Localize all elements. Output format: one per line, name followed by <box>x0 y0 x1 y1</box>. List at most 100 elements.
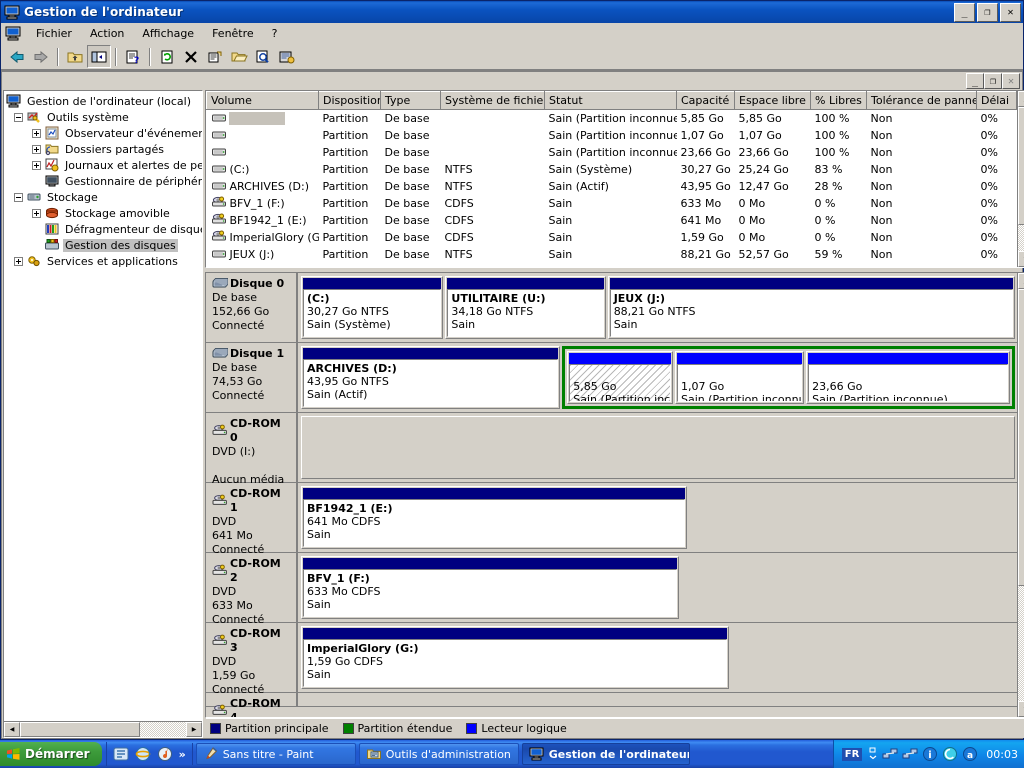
column-header-fault-tolerance[interactable]: Tolérance de pannes <box>866 91 977 110</box>
expand-icon[interactable] <box>32 160 41 170</box>
close-button[interactable]: ✕ <box>1000 2 1021 22</box>
partition-block[interactable]: 5,85 GoSain (Partition inconnue) <box>567 351 673 404</box>
internet-explorer-icon[interactable] <box>134 745 152 763</box>
sidebar-item-stockage[interactable]: Stockage <box>6 189 202 205</box>
up-folder-icon[interactable] <box>63 45 87 68</box>
extended-partition-container[interactable]: 5,85 GoSain (Partition inconnue) 1,07 Go… <box>562 346 1015 409</box>
taskbar-item-outils-administration[interactable]: Outils d'administration <box>358 743 519 765</box>
scroll-track[interactable] <box>20 722 186 737</box>
partition-block[interactable]: (C:) 30,27 Go NTFS Sain (Système) <box>301 276 444 339</box>
tray-expand-icon[interactable] <box>868 745 878 763</box>
column-header-status[interactable]: Statut <box>544 91 677 110</box>
scroll-up-button[interactable]: ▲ <box>1018 273 1024 289</box>
minimize-button[interactable]: _ <box>954 2 975 22</box>
table-row[interactable]: ARCHIVES (D:) Partition De base NTFS Sain (A… <box>207 178 1017 195</box>
back-arrow-icon[interactable] <box>5 45 29 68</box>
column-header-free-space[interactable]: Espace libre <box>734 91 811 110</box>
window-titlebar[interactable]: Gestion de l'ordinateur _ ❐ ✕ <box>1 1 1023 23</box>
sidebar-item-services-applications[interactable]: Services et applications <box>6 253 202 269</box>
menu-fenetre[interactable]: Fenêtre <box>203 25 263 42</box>
show-desktop-icon[interactable] <box>112 745 130 763</box>
scroll-left-button[interactable]: ◀ <box>4 722 20 737</box>
console-tree[interactable]: Gestion de l'ordinateur (local) Outils s… <box>4 91 202 721</box>
scroll-track[interactable] <box>1018 107 1024 251</box>
network-icon[interactable] <box>882 746 898 762</box>
sidebar-item-gestion-des-disques[interactable]: Gestion des disques <box>6 237 202 253</box>
scroll-thumb[interactable] <box>1018 107 1024 226</box>
restore-button[interactable]: ❐ <box>977 2 998 22</box>
clock[interactable]: 00:03 <box>986 748 1018 761</box>
table-row[interactable]: Partition De base Sain (Partition inconnue… <box>207 110 1017 127</box>
tree-root-node[interactable]: Gestion de l'ordinateur (local) <box>6 93 202 109</box>
quicklaunch-chevron-icon[interactable]: » <box>179 748 186 761</box>
child-minimize-button[interactable]: _ <box>966 73 984 89</box>
network2-icon[interactable] <box>902 746 918 762</box>
cdrom-header[interactable]: CD-ROM 0 DVD (I:) Aucun média <box>206 413 298 486</box>
taskbar-item-paint[interactable]: Sans titre - Paint <box>195 743 356 765</box>
column-header-overhead[interactable]: Délai <box>976 91 1017 110</box>
messenger-icon[interactable]: a <box>962 746 978 762</box>
media-player-icon[interactable] <box>156 745 174 763</box>
partition-block[interactable]: 1,07 Go Sain (Partition inconnuе <box>674 351 805 404</box>
expand-icon[interactable] <box>14 256 23 266</box>
antivirus-icon[interactable] <box>942 746 958 762</box>
cdrom-header[interactable]: CD-ROM 2 DVD 633 Mo Connecté <box>206 553 298 626</box>
menu-aide[interactable]: ? <box>263 25 287 42</box>
partition-block[interactable]: UTILITAIRE (U:) 34,18 Go NTFS Sain <box>445 276 606 339</box>
export-list-icon[interactable] <box>203 45 227 68</box>
start-button[interactable]: Démarrer <box>0 742 102 766</box>
info-icon[interactable]: i <box>922 746 938 762</box>
partition-block[interactable]: 23,66 Go Sain (Partition inconnue) <box>806 351 1010 404</box>
partition-block[interactable]: BFV_1 (F:) 633 Mo CDFS Sain <box>301 556 680 619</box>
disk-header[interactable]: Disque 1 De base 74,53 Go Connecté <box>206 343 298 412</box>
scroll-up-button[interactable]: ▲ <box>1018 91 1024 107</box>
column-header-volume[interactable]: Volume <box>206 91 319 110</box>
sidebar-item-outils-systeme[interactable]: Outils système <box>6 109 202 125</box>
cdrom-header[interactable]: CD-ROM 1 DVD 641 Mo Connecté <box>206 483 298 556</box>
disk-rows-container[interactable]: Disque 0 De base 152,66 Go Connecté (C:) 30,2… <box>206 273 1017 717</box>
menu-affichage[interactable]: Affichage <box>133 25 203 42</box>
column-header-capacity[interactable]: Capacité <box>676 91 735 110</box>
partition-block[interactable]: BF1942_1 (E:) 641 Mo CDFS Sain <box>301 486 687 549</box>
taskbar-item-gestion-ordinateur[interactable]: Gestion de l'ordinateur <box>521 743 690 765</box>
cdrom-header[interactable]: CD-ROM 4 <box>206 693 298 717</box>
table-row[interactable]: Partition De base Sain (Partition inconnue… <box>207 144 1017 161</box>
partition-block[interactable]: ARCHIVES (D:) 43,95 Go NTFS Sain (Actif) <box>301 346 561 409</box>
child-restore-button[interactable]: ❐ <box>984 73 1002 89</box>
table-row[interactable]: (C:) Partition De base NTFS Sain (Système) 30… <box>207 161 1017 178</box>
menu-fichier[interactable]: Fichier <box>27 25 81 42</box>
scroll-down-button[interactable]: ▼ <box>1018 701 1024 717</box>
menu-action[interactable]: Action <box>81 25 133 42</box>
open-folder-icon[interactable] <box>227 45 251 68</box>
scroll-down-button[interactable]: ▼ <box>1018 251 1024 267</box>
column-header-filesystem[interactable]: Système de fichiers <box>440 91 545 110</box>
column-header-type[interactable]: Type <box>380 91 441 110</box>
volume-list[interactable]: Volume Disposition Type Système de fichi… <box>205 90 1024 268</box>
graphical-view-vertical-scrollbar[interactable]: ▲ ▼ <box>1017 273 1024 717</box>
column-header-disposition[interactable]: Disposition <box>318 91 381 110</box>
tree-horizontal-scrollbar[interactable]: ◀ ▶ <box>4 721 202 737</box>
expand-icon[interactable] <box>32 144 41 154</box>
table-row[interactable]: Partition De base Sain (Partition inconnue… <box>207 127 1017 144</box>
table-row[interactable]: ImperialGlory (G:) Partition De base CDFS Sa… <box>207 229 1017 246</box>
table-row[interactable]: JEUX (J:) Partition De base NTFS Sain 88,21 G… <box>207 246 1017 263</box>
scroll-thumb[interactable] <box>20 722 140 737</box>
cdrom-header[interactable]: CD-ROM 3 DVD 1,59 Go Connecté <box>206 623 298 696</box>
table-row[interactable]: BF1942_1 (E:) Partition De base CDFS Sain 641… <box>207 212 1017 229</box>
expand-icon[interactable] <box>32 128 41 138</box>
forward-arrow-icon[interactable] <box>29 45 53 68</box>
sidebar-item-gestionnaire-peripherique[interactable]: Gestionnaire de périphérique <box>6 173 202 189</box>
sidebar-item-stockage-amovible[interactable]: Stockage amovible <box>6 205 202 221</box>
disk-header[interactable]: Disque 0 De base 152,66 Go Connecté <box>206 273 298 342</box>
sidebar-item-observateur-evenements[interactable]: Observateur d'événements <box>6 125 202 141</box>
scroll-right-button[interactable]: ▶ <box>186 722 202 737</box>
collapse-icon[interactable] <box>14 192 23 202</box>
properties-icon[interactable]: ? <box>121 45 145 68</box>
column-header-percent-free[interactable]: % Libres <box>810 91 867 110</box>
find-icon[interactable] <box>251 45 275 68</box>
expand-icon[interactable] <box>32 208 41 218</box>
table-row[interactable]: BFV_1 (F:) Partition De base CDFS Sain 633 Mo… <box>207 195 1017 212</box>
collapse-icon[interactable] <box>14 112 23 122</box>
delete-icon[interactable] <box>179 45 203 68</box>
volume-list-vertical-scrollbar[interactable]: ▲ ▼ <box>1017 91 1024 267</box>
